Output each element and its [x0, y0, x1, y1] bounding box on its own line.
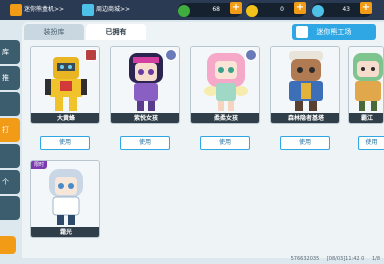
shop-icon — [82, 4, 94, 16]
merch-store-link[interactable]: 周边商城>> — [82, 4, 130, 16]
sidebar-tab-8[interactable] — [0, 236, 16, 254]
status-footer: 576632035 [08/03]11:42 0 1/8 — [285, 256, 380, 262]
timestamp: [08/03]11:42 0 — [326, 256, 365, 262]
sidebar-tab-2[interactable]: 推 — [0, 66, 20, 90]
sidebar-tab-4[interactable]: 打 — [0, 118, 20, 142]
use-button[interactable]: 使用 — [120, 136, 170, 150]
pony-logo-icon — [245, 49, 257, 61]
skin-card-bajiang[interactable]: 霸江 — [348, 46, 384, 124]
sidebar-tab-1[interactable]: 库 — [0, 40, 20, 64]
skin-card-forest-hermit[interactable]: 森林隐者基塔 — [270, 46, 340, 124]
add-gem-button[interactable]: + — [230, 2, 242, 14]
sidebar-tab-7[interactable] — [0, 196, 20, 220]
sidebar-tab-5[interactable] — [0, 144, 20, 168]
bajiang-figure — [349, 47, 383, 113]
pony-logo-icon — [165, 49, 177, 61]
add-coin-button[interactable]: + — [294, 2, 306, 14]
sidebar-tab-3[interactable] — [0, 92, 20, 116]
tab-dressing-library[interactable]: 装扮库 — [24, 24, 84, 40]
sidebar-tab-6[interactable]: 个 — [0, 170, 20, 194]
player-id: 576632035 — [290, 256, 320, 262]
use-button[interactable]: 使用 — [358, 136, 384, 150]
use-button[interactable]: 使用 — [280, 136, 330, 150]
skin-card-fluttershy-girl[interactable]: 柔柔女孩 — [190, 46, 260, 124]
coin-icon — [246, 5, 258, 17]
token-icon — [312, 5, 324, 17]
limited-time-badge: 限时 — [31, 161, 48, 169]
use-button[interactable]: 使用 — [200, 136, 250, 150]
forest-hermit-figure — [271, 47, 339, 113]
transformers-logo-icon — [85, 49, 97, 61]
frost-light-figure — [31, 161, 99, 227]
skin-card-twilight-girl[interactable]: 紫悦女孩 — [110, 46, 180, 124]
workshop-icon — [296, 26, 308, 38]
tab-owned[interactable]: 已拥有 — [86, 24, 146, 40]
gem-icon — [178, 5, 190, 17]
mini-bear-box-link[interactable]: 迷你熊盒机>> — [10, 4, 64, 16]
use-button[interactable]: 使用 — [40, 136, 90, 150]
mini-bear-workshop-button[interactable]: 迷你熊工场 — [292, 24, 376, 40]
skin-card-bumblebee[interactable]: 大黄蜂 — [30, 46, 100, 124]
gift-icon — [10, 4, 22, 16]
page-indicator: 1/8 — [371, 256, 380, 262]
skin-card-frost-light[interactable]: 限时 霜光 — [30, 160, 100, 238]
top-bar: 迷你熊盒机>> 周边商城>> 68 + 0 + 43 + — [0, 0, 384, 20]
add-token-button[interactable]: + — [360, 2, 372, 14]
